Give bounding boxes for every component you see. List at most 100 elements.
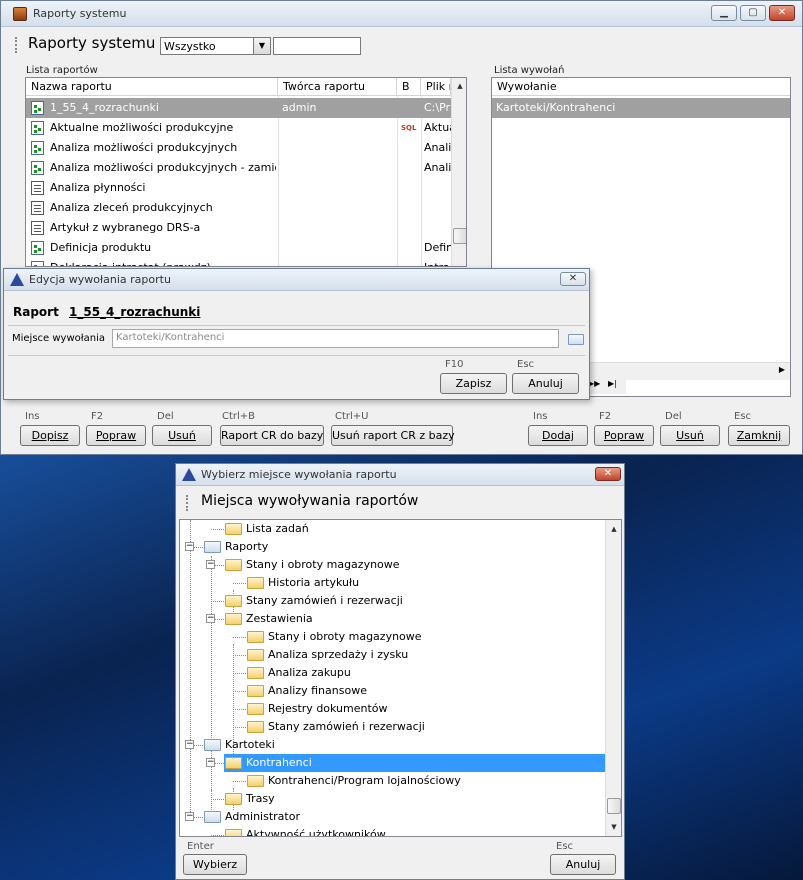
select-dialog-titlebar[interactable]: Wybierz miejsce wywołania raportu ✕ bbox=[176, 464, 624, 486]
tree-item[interactable]: Kontrahenci bbox=[224, 754, 605, 772]
zamknij-hint: Esc bbox=[734, 411, 752, 422]
usun-call-button[interactable]: Usuń bbox=[660, 425, 720, 446]
cancel-select-hint: Esc bbox=[556, 841, 574, 852]
tree-connector bbox=[211, 799, 224, 800]
scroll-up-icon[interactable]: ▲ bbox=[453, 79, 466, 93]
triangle-icon bbox=[10, 273, 24, 286]
select-dialog-heading: Miejsca wywoływania raportów bbox=[201, 493, 419, 509]
toolbar-grip bbox=[186, 495, 189, 511]
folder-icon bbox=[204, 541, 221, 553]
scroll-up-icon[interactable]: ▲ bbox=[607, 522, 621, 536]
maximize-button[interactable]: ▢ bbox=[740, 5, 766, 21]
usun-raport-cr-button[interactable]: Usuń raport CR z bazy bbox=[331, 425, 455, 446]
table-row[interactable]: Definicja produktu Defin bbox=[26, 238, 451, 258]
tree-item[interactable]: Kontrahenci/Program lojalnościowy bbox=[246, 772, 461, 790]
folder-browse-icon[interactable] bbox=[568, 334, 584, 345]
usun-raport-cr-label: Usuń raport CR z bazy bbox=[332, 429, 455, 442]
popraw-button[interactable]: Popraw bbox=[86, 425, 146, 446]
tree-item[interactable]: Historia artykułu bbox=[246, 574, 359, 592]
dodaj-hint: Ins bbox=[533, 411, 548, 422]
tree-item[interactable]: Zestawienia bbox=[224, 610, 313, 628]
folder-icon bbox=[225, 793, 242, 805]
dopisz-button[interactable]: Dopisz bbox=[20, 425, 80, 446]
table-row[interactable]: Analiza płynności bbox=[26, 178, 451, 198]
table-row[interactable]: 1_55_4_rozrachunki admin C:\Pr bbox=[26, 98, 451, 118]
usun-hint: Del bbox=[157, 411, 174, 422]
tree-item-label: Rejestry dokumentów bbox=[268, 702, 388, 715]
table-row[interactable]: Deklaracja intrastat (prawdz) Intra bbox=[26, 258, 451, 266]
folder-icon bbox=[247, 685, 264, 697]
cancel-edit-button[interactable]: Anuluj bbox=[512, 373, 579, 394]
call-list-row[interactable]: Kartoteki/Kontrahenci bbox=[492, 98, 790, 118]
location-field[interactable]: Kartoteki/Kontrahenci bbox=[112, 329, 559, 348]
collapse-icon[interactable]: − bbox=[185, 812, 194, 821]
scrollbar-thumb[interactable] bbox=[607, 798, 621, 814]
usun-button[interactable]: Usuń bbox=[152, 425, 212, 446]
table-row[interactable]: Artykuł z wybranego DRS-a bbox=[26, 218, 451, 238]
dodaj-button[interactable]: Dodaj bbox=[528, 425, 588, 446]
chevron-down-icon[interactable]: ▼ bbox=[253, 38, 270, 54]
edit-dialog-titlebar[interactable]: Edycja wywołania raportu ✕ bbox=[4, 269, 589, 291]
collapse-icon[interactable]: − bbox=[206, 758, 215, 767]
tree-item[interactable]: Analizy finansowe bbox=[246, 682, 367, 700]
tree-item[interactable]: Stany zamówień i rezerwacji bbox=[224, 592, 403, 610]
last-record-icon[interactable]: ▶| bbox=[608, 379, 617, 388]
filter-select[interactable]: Wszystko ▼ bbox=[160, 37, 271, 55]
scroll-right-icon[interactable]: ▶ bbox=[779, 365, 785, 374]
main-titlebar[interactable]: Raporty systemu ▁ ▢ ✕ bbox=[1, 1, 802, 27]
popraw-call-button[interactable]: Popraw bbox=[594, 425, 654, 446]
tree-item[interactable]: Raporty bbox=[203, 538, 268, 556]
select-dialog-close-button[interactable]: ✕ bbox=[595, 467, 621, 481]
tree-item[interactable]: Stany i obroty magazynowe bbox=[224, 556, 400, 574]
scroll-down-icon[interactable]: ▼ bbox=[607, 820, 621, 834]
record-navigator: ▶▶ ▶| bbox=[586, 378, 626, 394]
tree-item[interactable]: Trasy bbox=[224, 790, 275, 808]
report-name-cell: Analiza możliwości produkcyjnych bbox=[50, 141, 238, 154]
cancel-select-button[interactable]: Anuluj bbox=[550, 854, 616, 875]
collapse-icon[interactable]: − bbox=[206, 614, 215, 623]
tree-item[interactable]: Administrator bbox=[203, 808, 300, 826]
column-header-file[interactable]: Plik r bbox=[421, 78, 451, 96]
report-name-cell: Definicja produktu bbox=[50, 241, 152, 254]
table-row[interactable]: Analiza możliwości produkcyjnych - zamie… bbox=[26, 158, 451, 178]
edit-dialog-close-button[interactable]: ✕ bbox=[560, 272, 586, 286]
raport-cr-do-bazy-button[interactable]: Raport CR do bazy bbox=[220, 425, 324, 446]
table-row[interactable]: Analiza zleceń produkcyjnych bbox=[26, 198, 451, 218]
table-row[interactable]: Aktualne możliwości produkcyjne SQL Aktua bbox=[26, 118, 451, 138]
close-button[interactable]: ✕ bbox=[769, 5, 795, 21]
save-button[interactable]: Zapisz bbox=[440, 373, 507, 394]
collapse-icon[interactable]: − bbox=[185, 542, 194, 551]
save-label: Zapisz bbox=[455, 377, 492, 390]
tree-item[interactable]: Analiza sprzedaży i zysku bbox=[246, 646, 408, 664]
minimize-button[interactable]: ▁ bbox=[711, 5, 737, 21]
collapse-icon[interactable]: − bbox=[206, 560, 215, 569]
table-row[interactable]: Analiza możliwości produkcyjnych Anali bbox=[26, 138, 451, 158]
select-button[interactable]: Wybierz bbox=[183, 854, 247, 875]
tree-item[interactable]: Analiza zakupu bbox=[246, 664, 351, 682]
cancel-edit-hint: Esc bbox=[517, 359, 535, 370]
report-list-scrollbar[interactable]: ▲ bbox=[451, 78, 466, 266]
scrollbar-thumb[interactable] bbox=[453, 228, 466, 244]
tree-item[interactable]: Stany i obroty magazynowe bbox=[246, 628, 422, 646]
tree-item-label: Stany i obroty magazynowe bbox=[268, 630, 422, 643]
tree-scrollbar[interactable]: ▲ ▼ bbox=[605, 520, 621, 836]
column-header-creator[interactable]: Twórca raportu bbox=[278, 78, 397, 96]
tree-item[interactable]: Rejestry dokumentów bbox=[246, 700, 388, 718]
tree-item-label: Analizy finansowe bbox=[268, 684, 367, 697]
edit-call-dialog: Edycja wywołania raportu ✕ Raport 1_55_4… bbox=[3, 268, 590, 400]
tree-item[interactable]: Stany zamówień i rezerwacji bbox=[246, 718, 425, 736]
tree-item[interactable]: Lista zadań bbox=[224, 520, 309, 538]
tree-item[interactable]: Kartoteki bbox=[203, 736, 275, 754]
tree-item[interactable]: Aktywność użytkowników bbox=[224, 826, 386, 836]
tree-item-label: Kartoteki bbox=[225, 738, 275, 751]
column-header-name[interactable]: Nazwa raportu bbox=[26, 78, 278, 96]
column-header-b[interactable]: B bbox=[397, 78, 421, 96]
column-header-call[interactable]: Wywołanie bbox=[492, 78, 790, 96]
zamknij-button[interactable]: Zamknij bbox=[728, 425, 790, 446]
folder-icon bbox=[225, 523, 242, 535]
search-input[interactable] bbox=[273, 37, 361, 55]
document-icon bbox=[31, 221, 44, 235]
select-dialog-title: Wybierz miejsce wywołania raportu bbox=[201, 468, 397, 481]
report-name-cell: Analiza płynności bbox=[50, 181, 146, 194]
collapse-icon[interactable]: − bbox=[185, 740, 194, 749]
